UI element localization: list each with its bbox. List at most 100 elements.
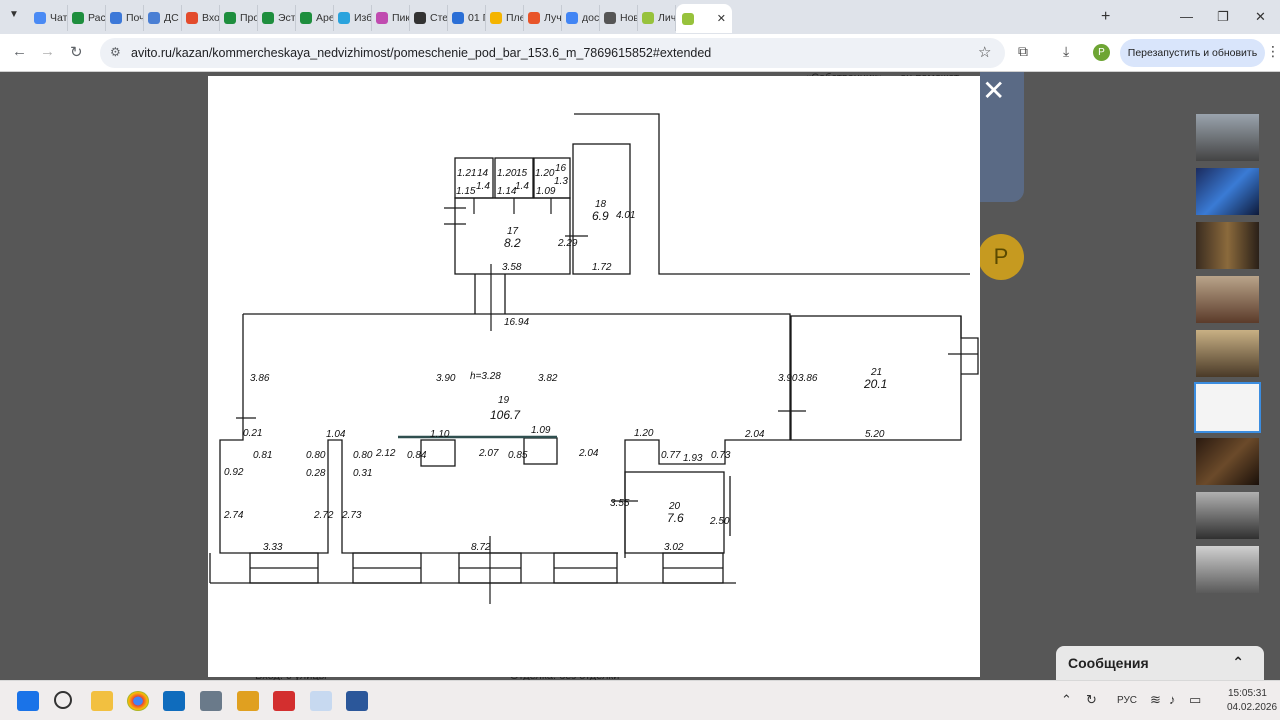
room-label: 1.3 [554,176,568,187]
chrome-icon[interactable] [127,691,149,711]
tab-favicon-icon [528,12,540,24]
gallery-thumbnail[interactable] [1196,168,1259,215]
gallery-thumbnail[interactable] [1196,222,1259,269]
language-indicator[interactable]: РУС [1117,695,1137,706]
sync-icon[interactable]: ↻ [1086,692,1097,708]
page-viewport: «Собственник» — он поможет P Вход: с ули… [0,72,1280,680]
close-window-icon[interactable]: ✕ [1255,9,1266,25]
clock-time[interactable]: 15:05:31 [1228,688,1267,699]
os-taskbar: ⌃ ↻ РУС ≋ ♪ ▭ 15:05:31 04.02.2026 [0,680,1280,720]
tab[interactable]: Лучш [524,5,562,31]
gallery-thumbnail[interactable] [1196,330,1259,377]
dimension-label: 2.04 [744,429,765,440]
tab-title: Стен [430,12,447,24]
tab[interactable]: Личн [638,5,676,31]
battery-icon[interactable]: ▭ [1189,692,1201,708]
tab-favicon-icon [566,12,578,24]
tab[interactable]: Почт [106,5,144,31]
dimension-label: 0.21 [243,428,262,439]
outlook-icon[interactable] [163,691,185,711]
tab[interactable]: 01 Г [448,5,486,31]
downloads-icon[interactable]: ⤓ [1063,43,1069,60]
tab-title: ДС С [164,12,181,24]
new-tab-button[interactable]: + [1101,8,1110,26]
address-bar[interactable]: ⚙ avito.ru/kazan/kommercheskaya_nedvizhi… [100,38,1005,68]
calculator-icon[interactable] [200,691,222,711]
messages-title: Сообщения [1068,655,1149,671]
maximize-icon[interactable]: ❐ [1217,9,1229,25]
tab[interactable]: Расч [68,5,106,31]
tab[interactable]: Стен [410,5,448,31]
dimension-label: 0.28 [306,468,326,479]
messages-panel-header[interactable]: Сообщения ⌃ [1056,646,1264,680]
room-label: 6.9 [592,209,609,223]
tab-title: 01 Г [468,12,485,24]
dimension-label: 0.77 [661,450,681,461]
gallery-thumbnail-selected[interactable] [1194,382,1261,433]
tab-favicon-icon [224,12,236,24]
dimension-label: 3.33 [263,542,283,553]
dimension-label: 1.72 [592,262,612,273]
tab-search-chevron-icon[interactable]: ▼ [9,9,19,20]
gallery-thumbnail[interactable] [1196,114,1259,161]
room-label: 8.2 [504,236,521,250]
tab[interactable]: Вход [182,5,220,31]
tab[interactable]: Аре [296,5,334,31]
pdf-reader-icon[interactable] [273,691,295,711]
gallery-thumbnail[interactable] [1196,438,1259,485]
wall [219,314,618,554]
search-icon[interactable] [54,691,72,709]
clock-date[interactable]: 04.02.2026 [1227,702,1277,713]
url-text[interactable]: avito.ru/kazan/kommercheskaya_nedvizhimo… [131,46,711,60]
dimension-label: 3.86 [250,373,270,384]
chevron-up-icon[interactable]: ⌃ [1232,654,1244,671]
dimension-label: 16.94 [504,317,529,328]
dimension-label: 1.93 [683,453,703,464]
word-icon[interactable] [346,691,368,711]
snipping-tool-icon[interactable] [310,691,332,711]
tab[interactable]: Пик [372,5,410,31]
tab[interactable]: Чат [30,5,68,31]
tab[interactable]: Плей [486,5,524,31]
close-gallery-icon[interactable]: ✕ [982,74,1005,107]
tab-active[interactable]: ✕ [676,4,732,33]
gallery-thumbnail[interactable] [1196,546,1259,593]
forward-icon[interactable]: → [40,43,55,60]
gallery-thumbnails [1194,114,1261,600]
tab-favicon-icon [604,12,616,24]
tab[interactable]: Нов [600,5,638,31]
restart-update-button[interactable]: Перезапустить и обновить [1120,39,1265,67]
site-info-icon[interactable]: ⚙ [110,45,121,59]
tab[interactable]: Избр [334,5,372,31]
close-tab-icon[interactable]: ✕ [717,12,726,25]
tab[interactable]: Про [220,5,258,31]
gallery-thumbnail[interactable] [1196,276,1259,323]
file-explorer-icon[interactable] [91,691,113,711]
tab[interactable]: дост [562,5,600,31]
profile-avatar[interactable]: P [1093,44,1110,61]
wifi-icon[interactable]: ≋ [1150,692,1161,708]
room-label: 14 [477,168,489,179]
tab[interactable]: Эсте [258,5,296,31]
room-label: 7.6 [667,511,684,525]
wall [209,553,736,584]
tab-favicon-icon [490,12,502,24]
extensions-icon[interactable]: ⧉ [1018,43,1028,60]
room-label: 106.7 [490,408,521,422]
back-icon[interactable]: ← [12,43,27,60]
menu-dots-icon[interactable]: ⋮ [1266,43,1280,60]
tab[interactable]: ДС С [144,5,182,31]
volume-icon[interactable]: ♪ [1169,692,1176,707]
app-icon[interactable] [237,691,259,711]
gallery-thumbnail[interactable] [1196,492,1259,539]
tab-title: Избр [354,12,371,24]
reload-icon[interactable]: ↻ [70,43,83,61]
tray-chevron-up-icon[interactable]: ⌃ [1061,692,1072,708]
dimension-label: 2.74 [223,510,244,521]
windows-start-icon[interactable] [17,691,39,711]
dimension-label: 3.58 [502,262,522,273]
dimension-label: 1.09 [531,425,551,436]
minimize-icon[interactable]: — [1180,9,1193,24]
tab-title: Пик [392,12,409,24]
bookmark-star-icon[interactable]: ☆ [978,43,991,61]
